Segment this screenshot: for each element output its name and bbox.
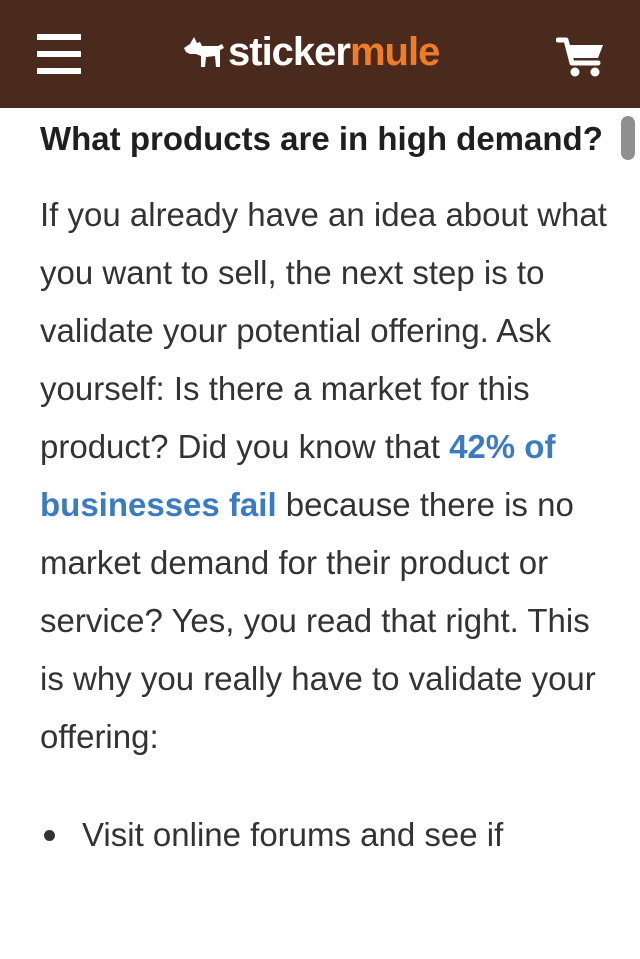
brand-word-sticker: sticker bbox=[228, 30, 351, 74]
bullet-item-text: Visit online forums and see if bbox=[82, 816, 504, 853]
bullet-item: Visit online forums and see if bbox=[40, 806, 610, 864]
article-paragraph: If you already have an idea about what y… bbox=[40, 186, 610, 766]
scrollbar-thumb[interactable] bbox=[621, 116, 635, 160]
article-content: What products are in high demand? If you… bbox=[40, 108, 610, 864]
shopping-cart-icon[interactable] bbox=[555, 36, 606, 78]
bullet-list: Visit online forums and see if bbox=[40, 806, 610, 864]
brand-word-mule: mule bbox=[349, 30, 440, 74]
paragraph-text-before-link: If you already have an idea about what y… bbox=[40, 196, 607, 465]
paragraph-text-after-link: because there is no market demand for th… bbox=[40, 486, 596, 755]
bullet-dot-icon bbox=[44, 830, 55, 841]
hamburger-menu-icon[interactable] bbox=[37, 34, 81, 74]
section-heading: What products are in high demand? bbox=[40, 120, 603, 157]
brand-wordmark: stickermule bbox=[228, 30, 440, 74]
stickermule-logo[interactable]: stickermule bbox=[180, 30, 440, 74]
top-nav-bar: stickermule bbox=[0, 0, 640, 108]
mule-logo-icon bbox=[184, 37, 224, 67]
